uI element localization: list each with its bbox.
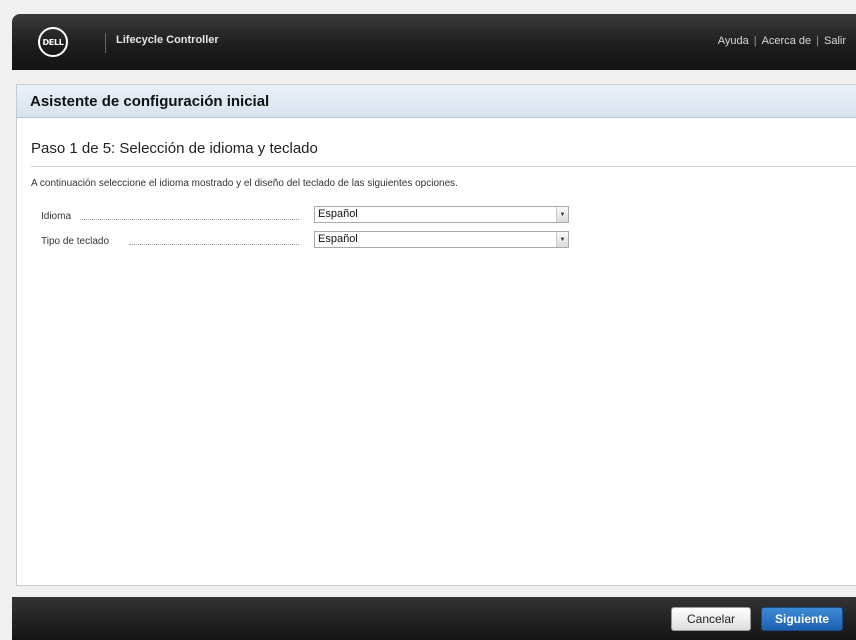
app-title: Lifecycle Controller [116, 34, 219, 46]
language-select[interactable]: Español ▼ [314, 206, 569, 223]
keyboard-leader [129, 244, 299, 245]
panel-title: Asistente de configuración inicial [30, 93, 270, 110]
exit-link[interactable]: Salir [824, 35, 846, 47]
dropdown-arrow-icon[interactable]: ▼ [556, 232, 568, 247]
next-button[interactable]: Siguiente [761, 607, 843, 631]
language-select-value: Español [318, 208, 358, 220]
help-link[interactable]: Ayuda [718, 35, 749, 47]
keyboard-select[interactable]: Español ▼ [314, 231, 569, 248]
wizard-panel: Asistente de configuración inicial Paso … [16, 84, 856, 586]
header-separator [105, 33, 106, 53]
keyboard-label: Tipo de teclado [41, 236, 110, 247]
header-links: Ayuda | Acerca de | Salir [718, 35, 846, 47]
dropdown-arrow-icon[interactable]: ▼ [556, 207, 568, 222]
link-divider: | [753, 35, 757, 47]
keyboard-select-value: Español [318, 233, 358, 245]
description: A continuación seleccione el idioma most… [31, 178, 458, 189]
language-label: Idioma [41, 211, 72, 222]
step-title: Paso 1 de 5: Selección de idioma y tecla… [31, 140, 318, 157]
top-bar: DELL Lifecycle Controller Ayuda | Acerca d… [12, 14, 856, 70]
link-divider: | [816, 35, 819, 47]
footer-bar: Cancelar Siguiente [12, 597, 856, 640]
divider [31, 166, 856, 167]
dell-logo: DELL [38, 27, 68, 57]
cancel-button[interactable]: Cancelar [671, 607, 751, 631]
language-leader [80, 219, 299, 220]
about-link[interactable]: Acerca de [762, 35, 812, 47]
